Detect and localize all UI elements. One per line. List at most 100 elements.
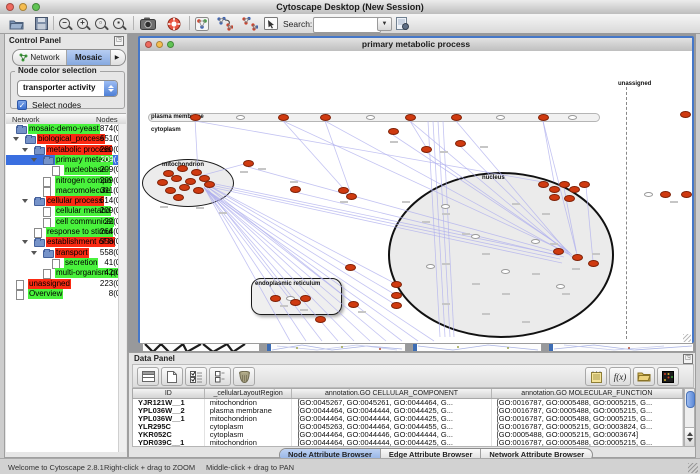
column-header-2[interactable]: annotation.GO CELLULAR_COMPONENT [292, 389, 491, 398]
tree-item-overview[interactable]: Overview8(0) [6, 289, 126, 299]
select-nodes-checkbox[interactable]: ✓ [17, 100, 27, 110]
tree-item-secretion[interactable]: secretion41(0) [6, 258, 126, 268]
network-window-titlebar[interactable]: primary metabolic process [140, 38, 692, 52]
function-builder-icon[interactable]: f(x) [609, 367, 631, 386]
gene-node[interactable] [300, 295, 311, 302]
gene-node[interactable] [451, 114, 462, 121]
expand-arrow-icon[interactable] [22, 199, 28, 203]
gene-node[interactable] [193, 187, 204, 194]
help-lifesaver-icon[interactable] [165, 15, 182, 32]
expand-arrow-icon[interactable] [31, 251, 37, 255]
gene-node[interactable] [391, 292, 402, 299]
window-minimize-button[interactable] [156, 41, 163, 48]
unhighlighted-node[interactable] [236, 115, 245, 120]
close-button[interactable] [6, 3, 14, 11]
table-row[interactable]: YPL036W__2plasma membrane[GO:0044464, GO… [133, 407, 683, 415]
tree-item-nucleobase-[interactable]: nucleobase-209(0) [6, 165, 126, 175]
gene-node[interactable] [680, 111, 691, 118]
gene-node[interactable] [388, 128, 399, 135]
gene-node[interactable] [549, 186, 560, 193]
background-window-fragment[interactable] [266, 343, 406, 352]
save-session-icon[interactable] [33, 15, 50, 32]
minimize-button[interactable] [19, 3, 27, 11]
tree-item-cell-communicat[interactable]: cell communicat22(0) [6, 217, 126, 227]
background-window-fragment[interactable] [548, 343, 694, 352]
unhighlighted-node[interactable] [644, 192, 653, 197]
tree-item-response-to-stimul[interactable]: response to stimul264(0) [6, 227, 126, 237]
unhighlighted-node[interactable] [471, 234, 480, 239]
zoom-in-icon[interactable]: + [74, 15, 91, 32]
tree-item-establishment-of-lo[interactable]: establishment of lo558(0) [6, 237, 126, 247]
network-canvas[interactable]: plasma membrane cytoplasm mitochondrion … [140, 51, 692, 343]
gene-node[interactable] [588, 260, 599, 267]
gene-node[interactable] [549, 194, 560, 201]
node-color-select[interactable]: transporter activity [17, 80, 118, 97]
import-attributes-icon[interactable] [633, 367, 655, 386]
unhighlighted-node[interactable] [568, 115, 577, 120]
search-input[interactable] [313, 17, 381, 33]
select-columns-icon[interactable] [137, 367, 159, 386]
gene-node[interactable] [278, 114, 289, 121]
unhighlighted-node[interactable] [556, 284, 565, 289]
unhighlighted-node[interactable] [531, 239, 540, 244]
background-window-fragment[interactable] [142, 343, 260, 352]
vizmapper-icon[interactable] [193, 15, 210, 32]
delete-attribute-icon[interactable] [233, 367, 255, 386]
annotation-icon[interactable] [262, 15, 279, 32]
tree-item-primary-metabo[interactable]: primary metabo209(... [6, 155, 126, 165]
tree-item-cellular-metabo[interactable]: cellular metabo209(0) [6, 206, 126, 216]
scrollbar-thumb[interactable] [686, 391, 695, 408]
background-window-fragment[interactable] [412, 343, 542, 352]
zoom-fit-icon[interactable]: ▪ [110, 15, 127, 32]
gene-node[interactable] [564, 195, 575, 202]
expand-arrow-icon[interactable] [22, 240, 28, 244]
gene-node[interactable] [579, 181, 590, 188]
open-file-icon[interactable] [8, 15, 25, 32]
gene-node[interactable] [681, 191, 692, 198]
unselect-attributes-icon[interactable] [209, 367, 231, 386]
unhighlighted-node[interactable] [501, 269, 510, 274]
tree-item-macromolecule[interactable]: macromolecule311(0) [6, 186, 126, 196]
gene-node[interactable] [171, 175, 182, 182]
tree-item-metabolic-process[interactable]: metabolic process280(0) [6, 145, 126, 155]
tree-item-unassigned[interactable]: unassigned223(0) [6, 279, 126, 289]
tree-item-nitrogen-compo[interactable]: nitrogen compo209(0) [6, 176, 126, 186]
tree-item-biological-process[interactable]: biological_process651(0) [6, 134, 126, 144]
table-scrollbar[interactable] [684, 388, 695, 447]
create-attribute-icon[interactable] [161, 367, 183, 386]
table-row[interactable]: YLR295Ccytoplasm[GO:0045263, GO:0044464,… [133, 423, 683, 431]
gene-node[interactable] [179, 184, 190, 191]
gene-node[interactable] [315, 316, 326, 323]
attribute-matrix-icon[interactable] [657, 367, 679, 386]
gene-node[interactable] [290, 299, 301, 306]
layout-network-icon[interactable] [216, 15, 233, 32]
zoom-window-button[interactable] [32, 3, 40, 11]
gene-node[interactable] [165, 187, 176, 194]
column-header-1[interactable]: _cellularLayoutRegion [205, 389, 293, 398]
search-advanced-icon[interactable] [394, 15, 411, 32]
tree-scrollbar[interactable] [118, 124, 126, 452]
tree-item-cellular-process[interactable]: cellular process614(0) [6, 196, 126, 206]
column-header-3[interactable]: annotation.GO MOLECULAR_FUNCTION [492, 389, 683, 398]
unhighlighted-node[interactable] [496, 115, 505, 120]
gene-node[interactable] [559, 181, 570, 188]
expand-arrow-icon[interactable] [22, 148, 28, 152]
layout-network-alt-icon[interactable] [241, 15, 258, 32]
snapshot-camera-icon[interactable] [139, 15, 156, 32]
column-header-0[interactable]: ID [133, 389, 205, 398]
zoom-out-icon[interactable]: − [56, 15, 73, 32]
gene-node[interactable] [157, 179, 168, 186]
gene-node[interactable] [204, 181, 215, 188]
scrollbar-arrows[interactable] [685, 427, 694, 446]
tree-item-multi-organism-pro[interactable]: multi-organism pro42(0) [6, 268, 126, 278]
gene-node[interactable] [345, 264, 356, 271]
gene-node[interactable] [290, 186, 301, 193]
float-panel-icon[interactable]: ◳ [114, 36, 124, 46]
tree-item-transport[interactable]: transport558(0) [6, 248, 126, 258]
expand-arrow-icon[interactable] [13, 137, 19, 141]
gene-node[interactable] [173, 194, 184, 201]
tree-item-mosaic-demo-yeast[interactable]: mosaic-demo-yeast874(0) [6, 124, 126, 134]
table-row[interactable]: YPL036W__1mitochondrion[GO:0044464, GO:0… [133, 415, 683, 423]
unhighlighted-node[interactable] [366, 115, 375, 120]
window-resize-grip[interactable] [683, 334, 691, 342]
